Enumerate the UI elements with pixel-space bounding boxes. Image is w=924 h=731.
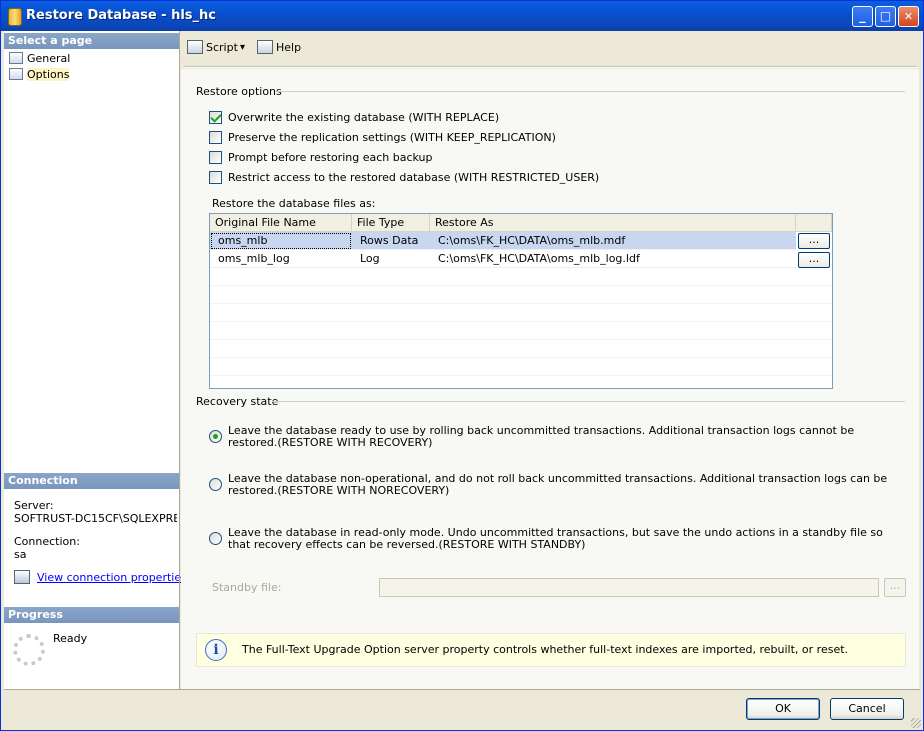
recovery-state-group-label: Recovery state bbox=[196, 395, 279, 408]
info-message-text: The Full-Text Upgrade Option server prop… bbox=[242, 643, 849, 656]
restrict-access-checkbox[interactable] bbox=[209, 171, 222, 184]
restrict-access-label: Restrict access to the restored database… bbox=[228, 171, 600, 184]
connection-header: Connection bbox=[4, 473, 179, 489]
prompt-before-restore-label: Prompt before restoring each backup bbox=[228, 151, 433, 164]
page-icon bbox=[9, 52, 23, 64]
progress-header: Progress bbox=[4, 607, 179, 623]
pane-divider bbox=[179, 31, 180, 689]
restore-with-standby-radio[interactable] bbox=[209, 532, 222, 545]
page-general-label: General bbox=[27, 52, 71, 65]
database-files-grid[interactable]: Original File Name File Type Restore As … bbox=[209, 213, 833, 389]
window-title: Restore Database - hls_hc bbox=[26, 8, 217, 23]
browse-button-row2[interactable]: ... bbox=[798, 252, 830, 268]
preserve-replication-checkbox[interactable] bbox=[209, 131, 222, 144]
progress-status: Ready bbox=[53, 632, 88, 645]
restore-options-divider bbox=[275, 91, 905, 92]
restore-with-standby-label: Leave the database in read-only mode. Un… bbox=[228, 526, 883, 551]
grid-empty-area bbox=[210, 268, 832, 388]
ok-button[interactable]: OK bbox=[746, 698, 820, 720]
script-icon bbox=[187, 40, 203, 54]
server-value: SOFTRUST-DC15CF\SQLEXPRE bbox=[14, 512, 177, 525]
preserve-replication-label: Preserve the replication settings (WITH … bbox=[228, 131, 556, 144]
help-label: Help bbox=[276, 41, 302, 54]
toolbar-separator bbox=[184, 66, 917, 68]
view-connection-properties-link[interactable]: View connection properties bbox=[37, 571, 187, 584]
select-page-header: Select a page bbox=[4, 33, 179, 49]
resize-grip-icon[interactable] bbox=[911, 718, 921, 728]
recovery-state-divider bbox=[272, 401, 905, 402]
connection-label: Connection: bbox=[14, 535, 80, 548]
title-bar[interactable]: Restore Database - hls_hc _ □ ✕ bbox=[1, 1, 923, 31]
minimize-button[interactable]: _ bbox=[852, 6, 873, 27]
page-general[interactable]: General bbox=[9, 51, 70, 66]
connection-properties-icon bbox=[14, 570, 30, 584]
column-header-browse bbox=[796, 214, 832, 232]
help-button[interactable]: Help bbox=[257, 38, 301, 58]
restore-with-recovery-radio[interactable] bbox=[209, 430, 222, 443]
maximize-button[interactable]: □ bbox=[875, 6, 896, 27]
restore-database-dialog: Restore Database - hls_hc _ □ ✕ Select a… bbox=[0, 0, 924, 731]
column-header-file-type[interactable]: File Type bbox=[352, 214, 430, 232]
connection-value: sa bbox=[14, 548, 27, 561]
page-options[interactable]: Options bbox=[9, 67, 70, 82]
cell-original-file-name[interactable]: oms_mlb bbox=[210, 232, 352, 250]
page-options-label: Options bbox=[27, 68, 70, 81]
restore-with-norecovery-label: Leave the database non-operational, and … bbox=[228, 472, 888, 497]
database-icon bbox=[8, 8, 22, 26]
cell-restore-as[interactable]: C:\oms\FK_HC\DATA\oms_mlb_log.ldf bbox=[430, 250, 796, 268]
cell-original-file-name[interactable]: oms_mlb_log bbox=[210, 250, 352, 268]
standby-file-input[interactable] bbox=[379, 578, 879, 597]
browse-button-row1[interactable]: ... bbox=[798, 233, 830, 249]
overwrite-label: Overwrite the existing database (WITH RE… bbox=[228, 111, 500, 124]
prompt-before-restore-checkbox[interactable] bbox=[209, 151, 222, 164]
footer-separator bbox=[4, 689, 920, 690]
standby-file-label: Standby file: bbox=[212, 581, 282, 594]
info-icon: i bbox=[205, 639, 227, 661]
restore-files-label: Restore the database files as: bbox=[212, 197, 376, 210]
info-message-bar: i The Full-Text Upgrade Option server pr… bbox=[196, 633, 906, 667]
page-icon bbox=[9, 68, 23, 80]
restore-with-norecovery-radio[interactable] bbox=[209, 478, 222, 491]
cell-file-type[interactable]: Log bbox=[352, 250, 430, 268]
cell-file-type[interactable]: Rows Data bbox=[352, 232, 430, 250]
server-label: Server: bbox=[14, 499, 54, 512]
standby-browse-button[interactable]: ... bbox=[884, 578, 906, 597]
close-button[interactable]: ✕ bbox=[898, 6, 919, 27]
column-header-restore-as[interactable]: Restore As bbox=[430, 214, 796, 232]
progress-spinner-icon bbox=[13, 634, 45, 666]
overwrite-checkbox[interactable] bbox=[209, 111, 222, 124]
restore-with-recovery-label: Leave the database ready to use by rolli… bbox=[228, 424, 855, 449]
cancel-button[interactable]: Cancel bbox=[830, 698, 904, 720]
script-dropdown-arrow[interactable]: ▾ bbox=[240, 38, 245, 58]
script-label: Script bbox=[206, 41, 238, 54]
help-icon bbox=[257, 40, 273, 54]
script-button[interactable]: Script bbox=[187, 38, 238, 58]
column-header-original-file-name[interactable]: Original File Name bbox=[210, 214, 352, 232]
restore-options-group-label: Restore options bbox=[196, 85, 282, 98]
cell-restore-as[interactable]: C:\oms\FK_HC\DATA\oms_mlb.mdf bbox=[430, 232, 796, 250]
